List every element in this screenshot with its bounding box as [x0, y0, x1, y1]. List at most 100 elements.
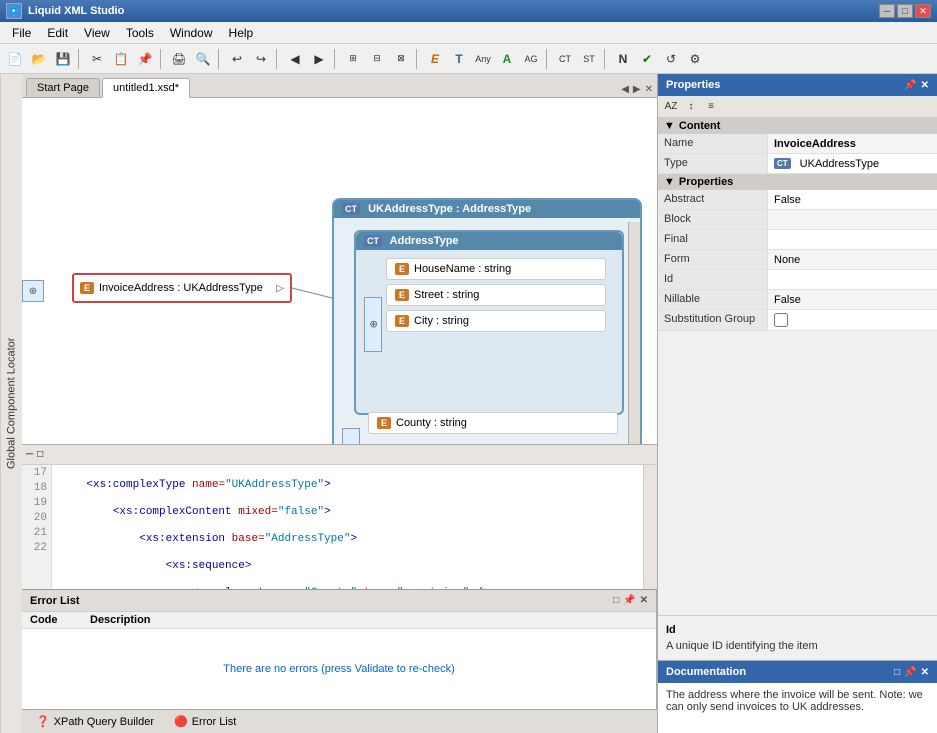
connector-symbol: ⊕ — [22, 280, 44, 302]
prop-name-form: Form — [658, 250, 768, 269]
props-close-icon[interactable]: ✕ — [921, 80, 929, 91]
code-line-20: <xs:sequence> — [60, 560, 635, 575]
redo-button[interactable]: ↪ — [250, 48, 272, 70]
county-element-row[interactable]: E County : string — [368, 412, 618, 434]
paste-button[interactable]: 📌 — [134, 48, 156, 70]
housename-label: HouseName : string — [414, 263, 511, 275]
props-sort-icon[interactable]: ↕ — [682, 98, 700, 116]
line-num-19: 19 — [22, 497, 47, 512]
maximize-button[interactable]: □ — [897, 4, 913, 18]
error-col-desc: Description — [82, 612, 656, 628]
print-button[interactable]: 🖨 — [168, 48, 190, 70]
invoice-address-expand-icon[interactable]: ▷ — [276, 283, 284, 294]
street-element-row[interactable]: E Street : string — [386, 284, 606, 306]
prop-row-final: Final — [658, 230, 937, 250]
toolbar: 📄 📂 💾 ✂ 📋 📌 🖨 🔍 ↩ ↪ ◀ ▶ ⊞ ⊟ ⊠ E T Any A … — [0, 44, 937, 74]
tab-next-icon[interactable]: ▶ — [633, 84, 641, 95]
prop-value-abstract: False — [768, 190, 937, 209]
menu-view[interactable]: View — [76, 24, 118, 42]
open-button[interactable]: 📂 — [28, 48, 50, 70]
panel-pin-icon[interactable]: 📌 — [623, 595, 635, 606]
st-btn[interactable]: ST — [578, 48, 600, 70]
code-content[interactable]: <xs:complexType name="UKAddressType"> <x… — [52, 465, 643, 589]
prop-value-form: None — [768, 250, 937, 269]
line-num-17: 17 — [22, 467, 47, 482]
cut-button[interactable]: ✂ — [86, 48, 108, 70]
e-btn[interactable]: E — [424, 48, 446, 70]
panel-close-icon[interactable]: ✕ — [640, 595, 648, 606]
props-title: Properties — [666, 79, 720, 91]
a-btn[interactable]: A — [496, 48, 518, 70]
schema-btn3[interactable]: ⊠ — [390, 48, 412, 70]
doc-content: The address where the invoice will be se… — [658, 683, 937, 733]
undo-button[interactable]: ↩ — [226, 48, 248, 70]
invoice-address-element[interactable]: E InvoiceAddress : UKAddressType ▷ — [72, 273, 292, 303]
nav-fwd-button[interactable]: ▶ — [308, 48, 330, 70]
housename-element-row[interactable]: E HouseName : string — [386, 258, 606, 280]
error-list-label: Error List — [192, 716, 237, 728]
check-btn[interactable]: ✔ — [636, 48, 658, 70]
prop-value-nillable: False — [768, 290, 937, 309]
refresh-btn[interactable]: ↺ — [660, 48, 682, 70]
code-line-17: <xs:complexType name="UKAddressType"> — [60, 479, 635, 494]
prop-name-block: Block — [658, 210, 768, 229]
close-button[interactable]: ✕ — [915, 4, 931, 18]
city-element-row[interactable]: E City : string — [386, 310, 606, 332]
e-badge-county: E — [377, 417, 391, 429]
minimize-button[interactable]: ─ — [879, 4, 895, 18]
extra-btn[interactable]: ⚙ — [684, 48, 706, 70]
t-btn[interactable]: T — [448, 48, 470, 70]
address-type-header: CT AddressType — [356, 232, 622, 250]
properties-collapse-icon[interactable]: ▼ — [664, 176, 675, 188]
prop-row-block: Block — [658, 210, 937, 230]
subgroup-checkbox[interactable] — [774, 313, 788, 327]
tab-untitled[interactable]: untitled1.xsd* — [102, 78, 190, 98]
error-message: There are no errors (press Validate to r… — [22, 629, 656, 709]
ct-btn[interactable]: CT — [554, 48, 576, 70]
n-btn[interactable]: N — [612, 48, 634, 70]
schema-btn2[interactable]: ⊟ — [366, 48, 388, 70]
schema-btn1[interactable]: ⊞ — [342, 48, 364, 70]
props-sort-az-btn[interactable]: AZ — [662, 98, 680, 116]
uk-type-label: UKAddressType : AddressType — [368, 203, 531, 215]
documentation-section: Documentation □ 📌 ✕ The address where th… — [658, 660, 937, 733]
nav-back-button[interactable]: ◀ — [284, 48, 306, 70]
tab-close-icon[interactable]: ✕ — [645, 84, 653, 95]
tab-prev-icon[interactable]: ◀ — [621, 84, 629, 95]
menu-edit[interactable]: Edit — [39, 24, 76, 42]
menu-tools[interactable]: Tools — [118, 24, 162, 42]
menu-help[interactable]: Help — [221, 24, 262, 42]
diagram-scrollbar[interactable] — [628, 222, 640, 444]
collapse-icon[interactable]: ─ — [26, 449, 33, 460]
tab-start-page[interactable]: Start Page — [26, 78, 100, 97]
tab-xpath-query-builder[interactable]: ❓ XPath Query Builder — [26, 713, 164, 730]
uk-address-type-box: CT UKAddressType : AddressType CT Addres… — [332, 198, 642, 444]
panel-restore-icon[interactable]: □ — [613, 595, 619, 606]
ag-btn[interactable]: AG — [520, 48, 542, 70]
doc-pin-icon[interactable]: 📌 — [904, 667, 916, 678]
props-pin-icon[interactable]: 📌 — [904, 80, 916, 91]
properties-section-label: Properties — [679, 176, 733, 188]
id-info-label: Id — [666, 624, 929, 636]
menu-file[interactable]: File — [4, 24, 39, 42]
any-btn[interactable]: Any — [472, 48, 494, 70]
prop-value-final — [768, 230, 937, 249]
doc-close-icon[interactable]: ✕ — [921, 667, 929, 678]
main-layout: Global Component Locator Start Page unti… — [0, 74, 937, 733]
editor-expand-icon[interactable]: □ — [37, 449, 43, 460]
title-text: Liquid XML Studio — [28, 5, 879, 17]
save-button[interactable]: 💾 — [52, 48, 74, 70]
menu-window[interactable]: Window — [162, 24, 221, 42]
new-button[interactable]: 📄 — [4, 48, 26, 70]
search-button[interactable]: 🔍 — [192, 48, 214, 70]
xpath-icon: ❓ — [36, 715, 50, 728]
props-filter-btn[interactable]: ≡ — [702, 98, 720, 116]
copy-button[interactable]: 📋 — [110, 48, 132, 70]
content-collapse-icon[interactable]: ▼ — [664, 120, 675, 132]
tab-error-list[interactable]: 🔴 Error List — [164, 713, 246, 730]
doc-restore-icon[interactable]: □ — [894, 667, 900, 678]
properties-section-header: ▼ Properties — [658, 174, 937, 190]
editor-scrollbar[interactable] — [643, 465, 657, 589]
code-line-18: <xs:complexContent mixed="false"> — [60, 506, 635, 521]
invoice-address-label: InvoiceAddress : UKAddressType — [99, 282, 263, 294]
